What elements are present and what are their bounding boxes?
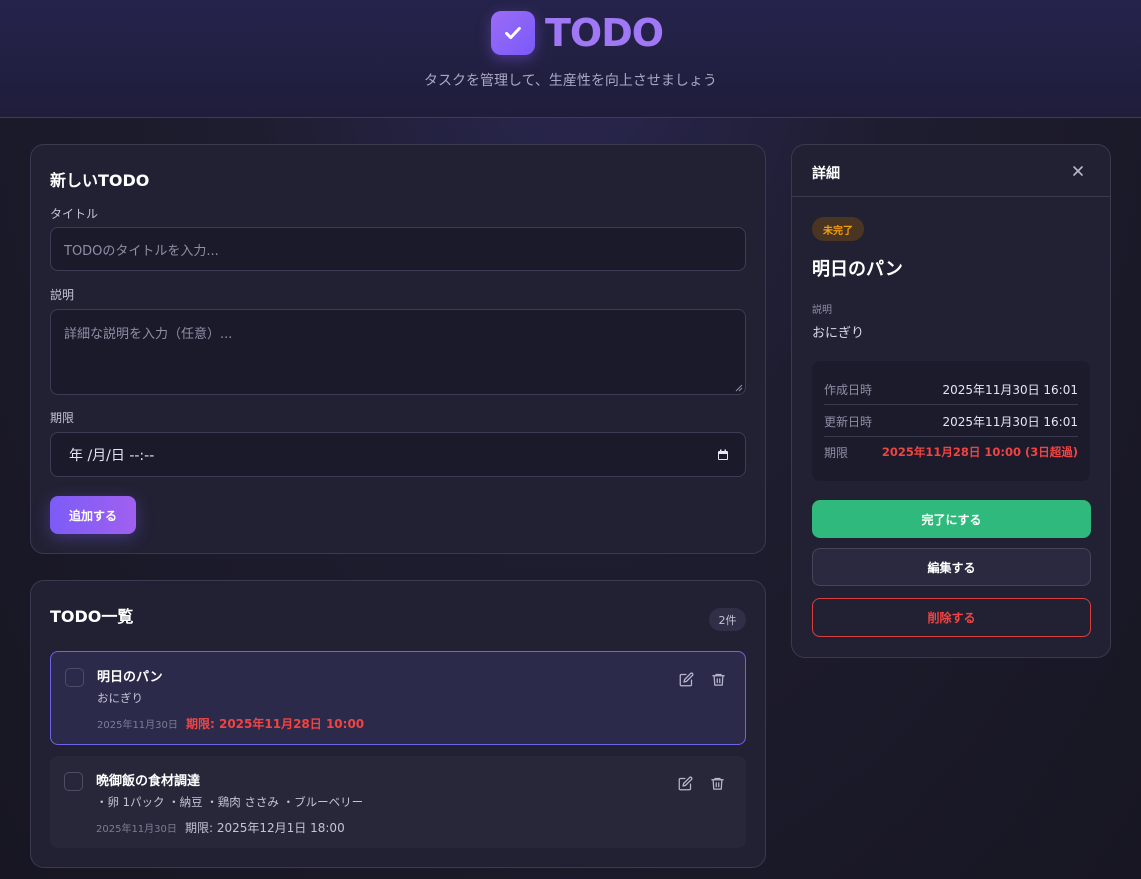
meta-label: 更新日時 [824,414,873,429]
count-badge: 2件 [709,608,746,631]
meta-label: 作成日時 [824,382,873,397]
title-label: タイトル [50,207,99,221]
todo-title: 晩御飯の食材調達 [96,774,201,789]
due-datetime-input[interactable]: 年 /月/日 --:-- [50,432,746,477]
todo-checkbox[interactable] [64,772,83,791]
description-label: 説明 [50,288,75,302]
todo-created-date: 2025年11月30日 [96,824,177,835]
description-textarea[interactable]: 詳細な説明を入力（任意）... [50,309,746,395]
detail-panel: 詳細 未完了 明日のパン 説明 おにぎり 作成日時 2025年11月30日 16… [791,144,1111,658]
app-subtitle: タスクを管理して、生産性を向上させましょう [424,73,717,89]
detail-description-label: 説明 [812,305,832,316]
meta-created: 作成日時 2025年11月30日 16:01 [824,373,1078,405]
calendar-icon[interactable] [717,449,729,461]
brand: TODO [491,10,664,55]
todo-created-date: 2025年11月30日 [97,720,178,731]
form-heading: 新しいTODO [50,171,150,190]
todo-description: おにぎり [97,691,143,705]
resize-handle-icon[interactable] [735,384,743,392]
close-icon[interactable] [1068,161,1088,181]
delete-button[interactable]: 削除する [812,598,1091,637]
detail-title: 明日のパン [812,259,903,280]
title-input[interactable]: TODOのタイトルを入力... [50,227,746,271]
app-title: TODO [545,10,664,55]
meta-value: 2025年11月30日 16:01 [942,382,1078,397]
edit-button[interactable]: 編集する [812,548,1091,586]
edit-icon[interactable] [677,670,695,688]
meta-due: 期限 2025年11月28日 10:00 (3日超過) [824,436,1078,468]
description-placeholder: 詳細な説明を入力（任意）... [64,327,233,342]
meta-updated: 更新日時 2025年11月30日 16:01 [824,405,1078,437]
due-label: 期限 [50,411,75,425]
todo-item[interactable]: 晩御飯の食材調達 ・卵 1パック ・納豆 ・鶏肉 ささみ ・ブルーベリー 202… [50,756,746,848]
todo-list: TODO一覧 2件 明日のパン おにぎり 2025年11月30日 期限: 202… [30,580,766,868]
edit-icon[interactable] [676,774,694,792]
detail-meta: 作成日時 2025年11月30日 16:01 更新日時 2025年11月30日 … [812,361,1090,481]
todo-title: 明日のパン [97,670,163,685]
check-icon [505,26,521,39]
meta-label: 期限 [824,445,849,460]
app-header: TODO タスクを管理して、生産性を向上させましょう [0,0,1141,118]
todo-due-date: 期限: 2025年11月28日 10:00 [186,717,365,731]
detail-header: 詳細 [792,145,1110,197]
add-button[interactable]: 追加する [50,496,136,534]
todo-due-date: 期限: 2025年12月1日 18:00 [185,821,345,835]
due-value: 年 /月/日 --:-- [69,447,155,464]
detail-heading: 詳細 [812,166,840,182]
todo-description: ・卵 1パック ・納豆 ・鶏肉 ささみ ・ブルーベリー [96,795,364,809]
todo-checkbox[interactable] [65,668,84,687]
list-heading: TODO一覧 [50,607,134,626]
trash-icon[interactable] [708,774,726,792]
todo-item[interactable]: 明日のパン おにぎり 2025年11月30日 期限: 2025年11月28日 1… [50,651,746,745]
title-placeholder: TODOのタイトルを入力... [64,243,219,259]
meta-value: 2025年11月28日 10:00 (3日超過) [881,445,1078,459]
logo [491,10,535,55]
new-todo-form: 新しいTODO タイトル TODOのタイトルを入力... 説明 詳細な説明を入力… [30,144,766,554]
meta-value: 2025年11月30日 16:01 [942,414,1078,429]
detail-description: おにぎり [812,326,865,341]
status-badge: 未完了 [812,217,864,241]
complete-button[interactable]: 完了にする [812,500,1091,538]
trash-icon[interactable] [709,670,727,688]
